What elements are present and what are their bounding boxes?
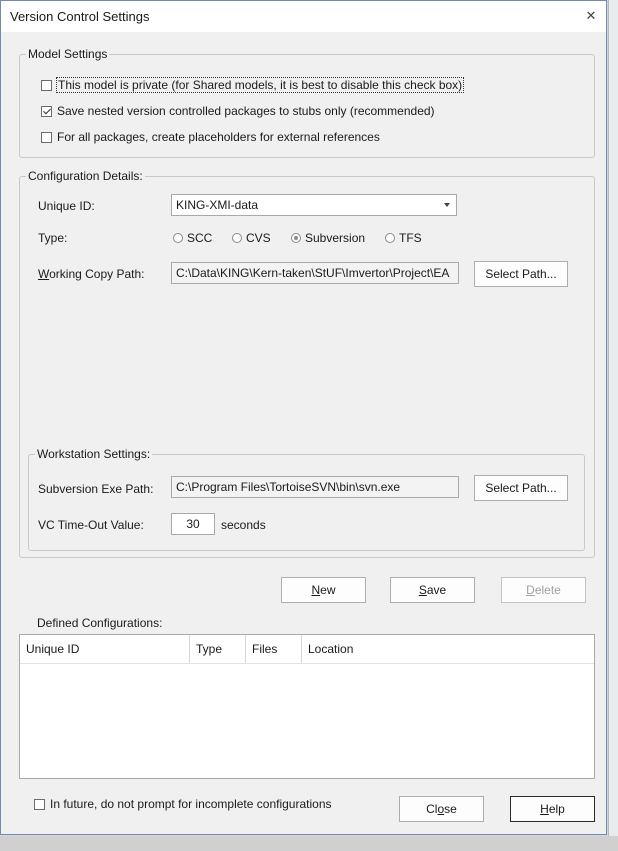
radio-selected-icon bbox=[291, 233, 301, 243]
close-icon[interactable]: ✕ bbox=[581, 5, 601, 27]
checkmark-icon bbox=[41, 105, 52, 117]
nested-stubs-label: Save nested version controlled packages … bbox=[57, 104, 435, 118]
chevron-down-icon bbox=[444, 203, 450, 207]
mnemonic: D bbox=[526, 583, 535, 597]
button-label: se bbox=[444, 802, 457, 816]
type-radio-label: CVS bbox=[246, 231, 271, 245]
delete-button[interactable]: Delete bbox=[501, 577, 586, 603]
button-label: Cl bbox=[426, 802, 438, 816]
workstation-settings-group: Workstation Settings: bbox=[28, 447, 585, 551]
close-button[interactable]: Close bbox=[399, 796, 484, 822]
button-label: elp bbox=[548, 802, 565, 816]
checkbox-box bbox=[41, 131, 52, 143]
title-bar: Version Control Settings ✕ bbox=[1, 1, 606, 32]
label-text: orking Copy Path: bbox=[49, 267, 145, 281]
checkbox-box bbox=[41, 79, 52, 91]
workstation-settings-legend: Workstation Settings: bbox=[35, 447, 153, 461]
timeout-label: VC Time-Out Value: bbox=[38, 518, 144, 532]
no-prompt-checkbox[interactable]: In future, do not prompt for incomplete … bbox=[34, 796, 332, 812]
model-settings-legend: Model Settings bbox=[26, 47, 110, 61]
defined-configurations-list[interactable]: Unique ID Type Files Location bbox=[19, 634, 595, 779]
checkbox-box bbox=[34, 798, 45, 810]
type-label: Type: bbox=[38, 231, 68, 245]
placeholders-checkbox[interactable]: For all packages, create placeholders fo… bbox=[41, 129, 380, 145]
timeout-value: 30 bbox=[186, 517, 200, 531]
private-model-checkbox[interactable]: This model is private (for Shared models… bbox=[41, 77, 465, 93]
button-label: elete bbox=[534, 583, 561, 597]
help-button[interactable]: Help bbox=[510, 796, 595, 822]
mnemonic: W bbox=[38, 267, 50, 281]
unique-id-label: Unique ID: bbox=[38, 199, 95, 213]
unique-id-value: KING-XMI-data bbox=[176, 198, 259, 212]
background-window-edge-bottom bbox=[0, 836, 618, 851]
timeout-unit: seconds bbox=[221, 518, 266, 532]
placeholders-label: For all packages, create placeholders fo… bbox=[57, 130, 380, 144]
mnemonic: H bbox=[540, 802, 549, 816]
subversion-exe-path-value: C:\Program Files\TortoiseSVN\bin\svn.exe bbox=[176, 480, 401, 494]
subversion-exe-path-field[interactable]: C:\Program Files\TortoiseSVN\bin\svn.exe bbox=[171, 476, 459, 498]
timeout-input[interactable]: 30 bbox=[171, 513, 215, 535]
subversion-exe-path-label: Subversion Exe Path: bbox=[38, 482, 154, 496]
type-radio-scc[interactable]: SCC bbox=[173, 231, 212, 245]
radio-icon bbox=[232, 233, 242, 243]
window-title: Version Control Settings bbox=[10, 9, 150, 24]
configuration-details-legend: Configuration Details: bbox=[26, 169, 145, 183]
button-label: ew bbox=[320, 583, 336, 597]
column-header-type[interactable]: Type bbox=[190, 635, 246, 663]
nested-stubs-checkbox[interactable]: Save nested version controlled packages … bbox=[41, 103, 435, 119]
list-header: Unique ID Type Files Location bbox=[20, 635, 594, 664]
column-header-files[interactable]: Files bbox=[246, 635, 302, 663]
type-radio-tfs[interactable]: TFS bbox=[385, 231, 422, 245]
button-label: ave bbox=[426, 583, 447, 597]
defined-configurations-label: Defined Configurations: bbox=[37, 616, 163, 630]
radio-icon bbox=[385, 233, 395, 243]
working-copy-path-value: C:\Data\KING\Kern-taken\StUF\Imvertor\Pr… bbox=[176, 266, 450, 280]
type-radio-label: SCC bbox=[187, 231, 213, 245]
column-header-location[interactable]: Location bbox=[302, 635, 594, 663]
radio-icon bbox=[173, 233, 183, 243]
new-button[interactable]: New bbox=[281, 577, 366, 603]
type-radio-label: TFS bbox=[399, 231, 422, 245]
unique-id-dropdown[interactable]: KING-XMI-data bbox=[171, 194, 457, 216]
column-header-unique-id[interactable]: Unique ID bbox=[20, 635, 190, 663]
working-copy-select-path-button[interactable]: Select Path... bbox=[474, 261, 568, 287]
save-button[interactable]: Save bbox=[390, 577, 475, 603]
background-window-edge bbox=[608, 0, 618, 851]
type-radio-subversion[interactable]: Subversion bbox=[291, 231, 365, 245]
no-prompt-label: In future, do not prompt for incomplete … bbox=[50, 797, 332, 811]
working-copy-path-field[interactable]: C:\Data\KING\Kern-taken\StUF\Imvertor\Pr… bbox=[171, 262, 459, 284]
exe-select-path-button[interactable]: Select Path... bbox=[474, 475, 568, 501]
working-copy-path-label: Working Copy Path: bbox=[38, 267, 145, 281]
version-control-settings-dialog: Version Control Settings ✕ Model Setting… bbox=[0, 0, 607, 835]
mnemonic: S bbox=[418, 583, 427, 597]
private-model-label: This model is private (for Shared models… bbox=[55, 77, 465, 93]
type-radio-label: Subversion bbox=[305, 231, 366, 245]
mnemonic: N bbox=[311, 583, 321, 597]
type-radio-cvs[interactable]: CVS bbox=[232, 231, 271, 245]
